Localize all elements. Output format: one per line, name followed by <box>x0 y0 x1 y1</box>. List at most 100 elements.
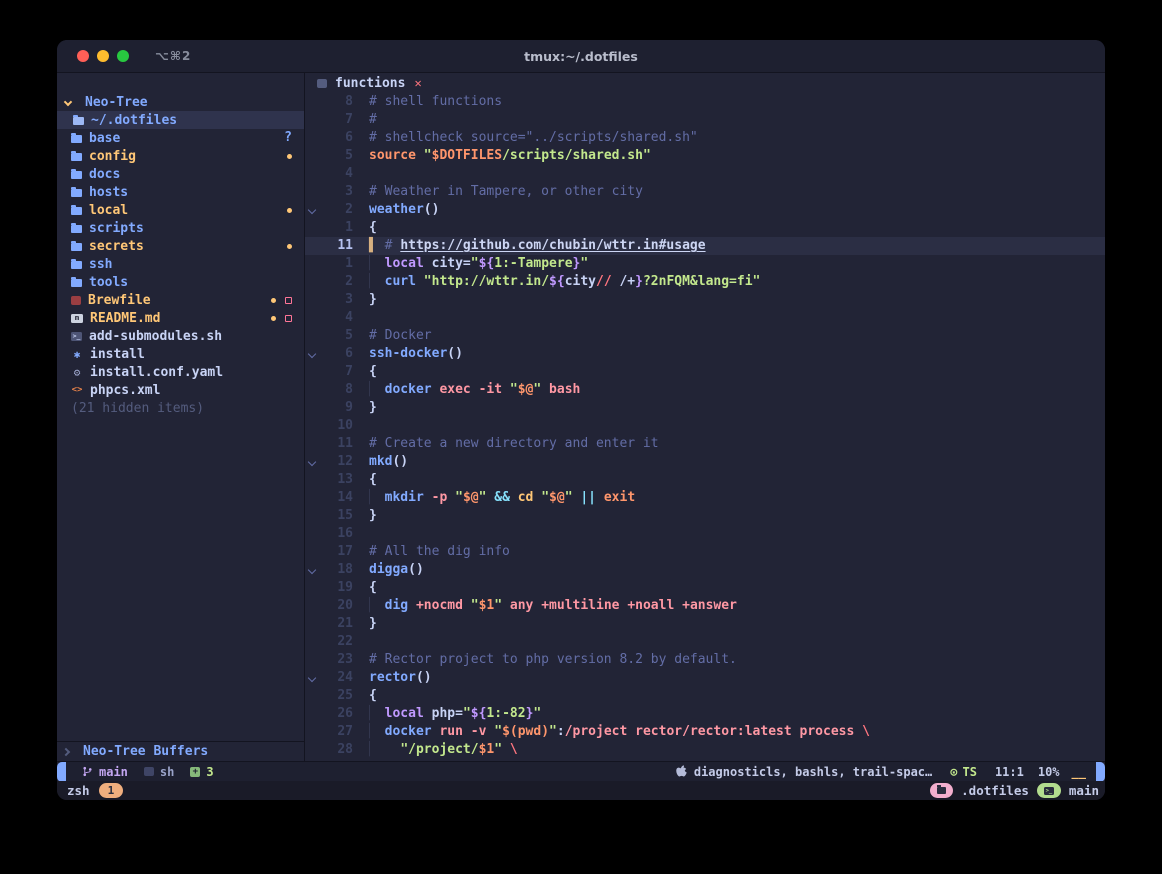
code-line[interactable]: 2▏ curl "http://wttr.in/${city// /+}?2nF… <box>305 273 1105 291</box>
code-line[interactable]: 7# <box>305 111 1105 129</box>
modified-dot-badge <box>271 316 276 321</box>
tree-item-config[interactable]: config <box>57 147 304 165</box>
tmux-session-badge <box>930 783 953 798</box>
tree-item-secrets[interactable]: secrets <box>57 237 304 255</box>
tree-item-install-conf-yaml[interactable]: ⚙install.conf.yaml <box>57 363 304 381</box>
code-line[interactable]: 10 <box>305 417 1105 435</box>
code-line[interactable]: 15} <box>305 507 1105 525</box>
code-line[interactable]: 26▏ local php="${1:-82}" <box>305 705 1105 723</box>
tree-item-label: Brewfile <box>88 293 151 308</box>
code-line[interactable]: 20▏ dig +nocmd "$1" any +multiline +noal… <box>305 597 1105 615</box>
code-line[interactable]: 14▏ mkdir -p "$@" && cd "$@" || exit <box>305 489 1105 507</box>
close-buffer-icon[interactable]: ✕ <box>414 76 421 90</box>
code-line[interactable]: 23# Rector project to php version 8.2 by… <box>305 651 1105 669</box>
line-number: 15 <box>319 507 353 525</box>
code-line[interactable]: 3} <box>305 291 1105 309</box>
code-line[interactable]: 17# All the dig info <box>305 543 1105 561</box>
code-line[interactable]: 27▏ docker run -v "$(pwd)":/project rect… <box>305 723 1105 741</box>
filetype-icon <box>144 767 154 776</box>
tree-item-scripts[interactable]: scripts <box>57 219 304 237</box>
tmux-window-index-badge[interactable]: 1 <box>99 783 124 798</box>
tree-item-brewfile[interactable]: Brewfile <box>57 291 304 309</box>
tab-functions[interactable]: functions <box>335 76 405 91</box>
code-line[interactable]: 3# Weather in Tampere, or other city <box>305 183 1105 201</box>
tree-item-docs[interactable]: docs <box>57 165 304 183</box>
tree-item-local[interactable]: local <box>57 201 304 219</box>
code-line[interactable]: 2weather() <box>305 201 1105 219</box>
folder-icon <box>71 171 82 179</box>
line-number: 4 <box>319 309 353 327</box>
terminal-icon: >_ <box>1044 787 1054 795</box>
code-line[interactable]: 8▏ docker exec -it "$@" bash <box>305 381 1105 399</box>
git-status-badges <box>271 315 292 322</box>
code-text <box>353 633 369 651</box>
line-number: 25 <box>319 687 353 705</box>
code-line[interactable]: 7{ <box>305 363 1105 381</box>
tree-item--21-hidden-items-[interactable]: (21 hidden items) <box>57 399 304 417</box>
code-text: } <box>353 399 377 417</box>
tmux-host-branch: main <box>1069 783 1099 798</box>
neo-tree-buffers-header[interactable]: Neo-Tree Buffers <box>57 742 304 761</box>
code-line-current[interactable]: 11▌ # https://github.com/chubin/wttr.in#… <box>305 237 1105 255</box>
code-line[interactable]: 4 <box>305 309 1105 327</box>
chevron-right-icon <box>62 747 70 755</box>
code-line[interactable]: 18digga() <box>305 561 1105 579</box>
folder-open-icon <box>73 117 84 125</box>
code-text: # All the dig info <box>353 543 510 561</box>
code-line[interactable]: 6ssh-docker() <box>305 345 1105 363</box>
code-buffer[interactable]: 8# shell functions7#6# shellcheck source… <box>305 93 1105 761</box>
code-line[interactable]: 16 <box>305 525 1105 543</box>
code-line[interactable]: 1▏ local city="${1:-Tampere}" <box>305 255 1105 273</box>
tmux-window-list: zsh 1 <box>67 783 123 798</box>
tree-item--dotfiles[interactable]: ~/.dotfiles <box>57 111 304 129</box>
code-line[interactable]: 25{ <box>305 687 1105 705</box>
neo-tree-list: Neo-Tree ~/.dotfilesbase?configdocshosts… <box>57 73 304 741</box>
tree-item-ssh[interactable]: ssh <box>57 255 304 273</box>
line-number: 20 <box>319 597 353 615</box>
git-branch-name: main <box>99 765 128 779</box>
line-number: 11 <box>319 435 353 453</box>
code-line[interactable]: 19{ <box>305 579 1105 597</box>
tree-item-base[interactable]: base? <box>57 129 304 147</box>
tree-item-readme-md[interactable]: mREADME.md <box>57 309 304 327</box>
code-line[interactable]: 6# shellcheck source="../scripts/shared.… <box>305 129 1105 147</box>
code-line[interactable]: 11# Create a new directory and enter it <box>305 435 1105 453</box>
tree-item-install[interactable]: ✱install <box>57 345 304 363</box>
code-line[interactable]: 13{ <box>305 471 1105 489</box>
tree-item-hosts[interactable]: hosts <box>57 183 304 201</box>
fold-chevron-icon[interactable] <box>308 206 316 214</box>
modified-dot-badge <box>287 244 292 249</box>
modified-dot-badge <box>287 208 292 213</box>
code-line[interactable]: 21} <box>305 615 1105 633</box>
line-number: 14 <box>319 489 353 507</box>
code-line[interactable]: 5# Docker <box>305 327 1105 345</box>
code-text: ▏ local city="${1:-Tampere}" <box>353 255 588 273</box>
code-line[interactable]: 22 <box>305 633 1105 651</box>
neo-tree-header[interactable]: Neo-Tree <box>57 93 304 111</box>
line-number: 2 <box>319 273 353 291</box>
code-text: ssh-docker() <box>353 345 463 363</box>
tree-item-phpcs-xml[interactable]: <>phpcs.xml <box>57 381 304 399</box>
code-text: { <box>353 687 377 705</box>
code-line[interactable]: 12mkd() <box>305 453 1105 471</box>
code-line[interactable]: 4 <box>305 165 1105 183</box>
tmux-status-right: .dotfiles >_ main <box>930 783 1099 798</box>
line-number: 24 <box>319 669 353 687</box>
unstaged-square-badge <box>285 315 292 322</box>
code-line[interactable]: 1{ <box>305 219 1105 237</box>
code-line[interactable]: 5source "$DOTFILES/scripts/shared.sh" <box>305 147 1105 165</box>
fold-chevron-icon[interactable] <box>308 350 316 358</box>
line-number: 17 <box>319 543 353 561</box>
code-line[interactable]: 8# shell functions <box>305 93 1105 111</box>
tree-item-add-submodules-sh[interactable]: >_add-submodules.sh <box>57 327 304 345</box>
tmux-window-name[interactable]: zsh <box>67 783 90 798</box>
code-line[interactable]: 24rector() <box>305 669 1105 687</box>
fold-chevron-icon[interactable] <box>308 674 316 682</box>
tree-item-tools[interactable]: tools <box>57 273 304 291</box>
fold-chevron-icon[interactable] <box>308 458 316 466</box>
code-line[interactable]: 9} <box>305 399 1105 417</box>
fold-chevron-icon[interactable] <box>308 566 316 574</box>
line-number: 8 <box>319 93 353 111</box>
star-icon: ✱ <box>71 348 83 361</box>
code-line[interactable]: 28▏ "/project/$1" \ <box>305 741 1105 759</box>
